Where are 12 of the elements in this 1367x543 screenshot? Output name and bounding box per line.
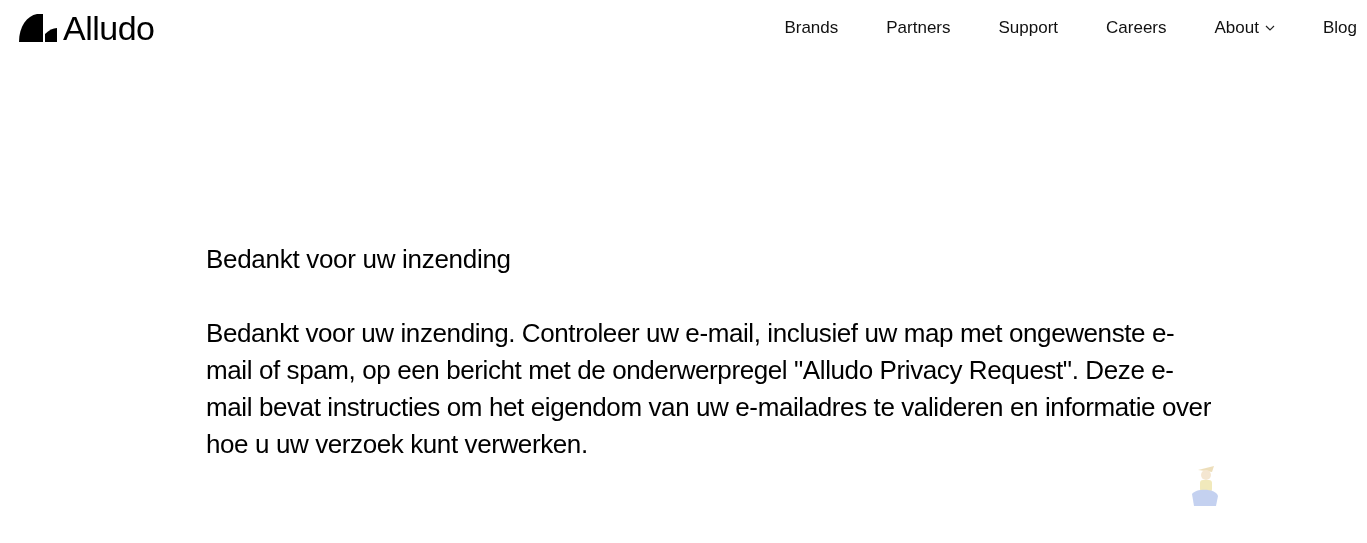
- logo-text[interactable]: Alludo: [63, 12, 155, 44]
- nav-link[interactable]: Brands: [760, 18, 863, 38]
- logo-icon: [19, 14, 57, 42]
- nav-link[interactable]: About: [1190, 18, 1299, 38]
- figure-drawing: [1190, 464, 1220, 506]
- chevron-down-icon: [1264, 25, 1275, 31]
- page-heading: Bedankt voor uw inzending: [206, 244, 512, 275]
- nav-link[interactable]: Blog: [1298, 18, 1357, 38]
- nav-link[interactable]: Support: [974, 18, 1083, 38]
- nav-link[interactable]: Partners: [862, 18, 975, 38]
- nav-link[interactable]: Careers: [1082, 18, 1191, 38]
- confirmation-message: Bedankt voor uw inzending. Controleer uw e-mail, inclusief uw map met ongewenste e-mail of spam, op een bericht met de onderwerpregel "Alludo Privacy Request". Deze e-mail bevat instructies om het eigendom van uw e-mailadres te valideren en informatie over hoe u uw verzoek kunt verwerken.: [206, 317, 1212, 461]
